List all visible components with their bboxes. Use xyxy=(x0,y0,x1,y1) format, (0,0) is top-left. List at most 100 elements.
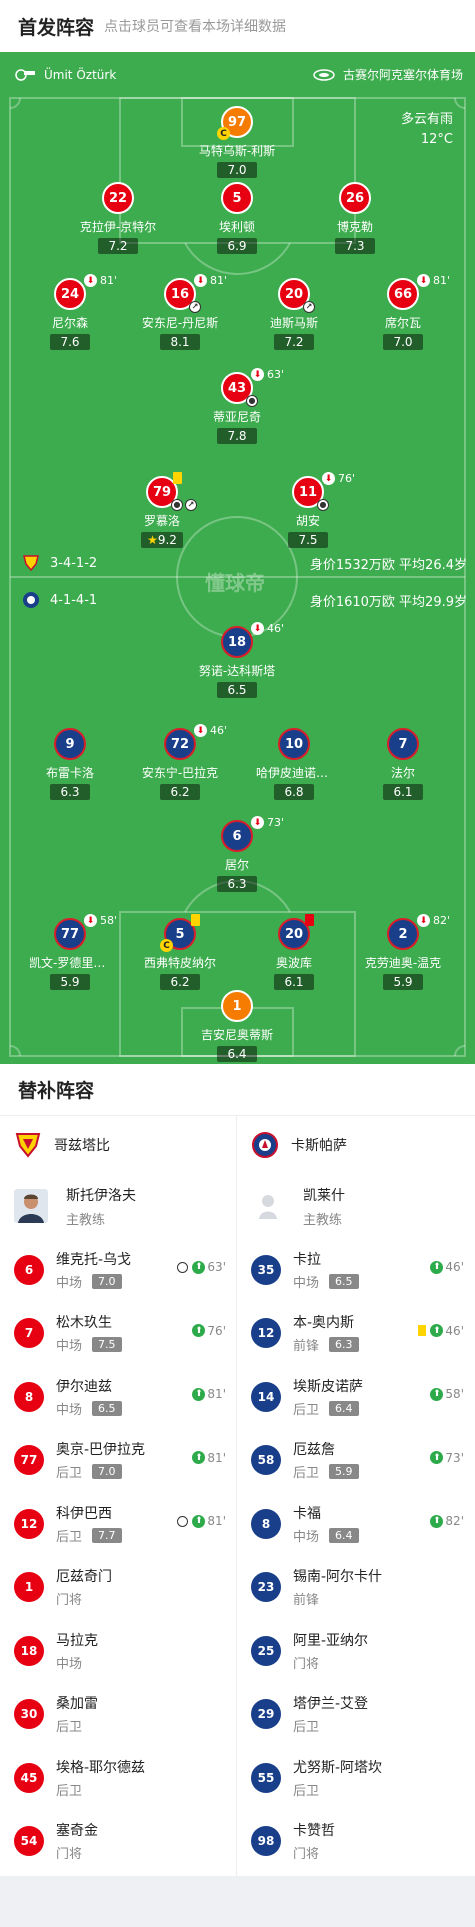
player-name: 阿里-亚纳尔 xyxy=(293,1632,369,1649)
sub-on-indicator: ⬆ 73' xyxy=(430,1451,464,1465)
away-player-7[interactable]: 7 法尔 6.1 xyxy=(338,728,468,800)
sub-down-icon: ⬇ xyxy=(194,724,207,737)
player-name: 松木玖生 xyxy=(56,1315,112,1332)
coach-avatar-placeholder-icon xyxy=(251,1189,285,1223)
sub-player-row[interactable]: 98 卡赞哲 门将 xyxy=(237,1810,474,1874)
player-number: 18 xyxy=(14,1635,44,1666)
sub-player-row[interactable]: 23 锡南-阿尔卡什 前锋 xyxy=(237,1556,474,1620)
lineup-title: 首发阵容 xyxy=(18,16,95,39)
away-player-6[interactable]: ⬇ 73' 6 居尔 6.3 xyxy=(172,816,302,892)
coach-avatar xyxy=(14,1189,48,1223)
goal-ball-icon: ● xyxy=(246,395,258,407)
sub-player-row[interactable]: 55 尤努斯-阿塔坎 后卫 xyxy=(237,1746,474,1810)
player-name: 塞奇金 xyxy=(56,1823,98,1840)
sub-on-indicator: ⬆ 81' xyxy=(177,1514,226,1528)
player-position: 门将 xyxy=(56,1847,83,1863)
sub-down-icon: ⬇ xyxy=(251,622,264,635)
sub-player-row[interactable]: 12 本-奥内斯 前锋 6.3 ⬆ 46' xyxy=(237,1302,474,1366)
player-rating: 7.0 xyxy=(92,1273,122,1289)
whistle-icon xyxy=(15,68,35,81)
away-player-2[interactable]: ⬇ 82' 2 克劳迪奥-温克 5.9 xyxy=(338,914,468,990)
sub-player-row[interactable]: 58 厄兹詹 后卫 5.9 ⬆ 73' xyxy=(237,1429,474,1493)
weather-text: 多云有雨 xyxy=(400,112,453,127)
away-coach[interactable]: 凯莱什 主教练 xyxy=(237,1174,474,1238)
player-rating: 6.4 xyxy=(329,1527,359,1543)
sub-player-row[interactable]: 7 松木玖生 中场 7.5 ⬆ 76' xyxy=(0,1302,236,1366)
player-number: 35 xyxy=(251,1254,281,1285)
sub-player-row[interactable]: 6 维克托-乌戈 中场 7.0 ⬆ 63' xyxy=(0,1238,236,1302)
player-number: 12 xyxy=(14,1508,44,1539)
sub-on-indicator: ⬆ 82' xyxy=(430,1514,464,1528)
away-team-badge-icon xyxy=(252,1132,278,1158)
away-formation: 4-1-4-1 xyxy=(22,591,97,609)
home-coach[interactable]: 斯托伊洛夫 主教练 xyxy=(0,1174,236,1238)
sub-off-indicator: ⬇ 63' xyxy=(251,368,284,381)
sub-player-row[interactable]: 18 马拉克 中场 xyxy=(0,1619,236,1683)
sub-player-row[interactable]: 77 奥京-巴伊拉克 后卫 7.0 ⬆ 81' xyxy=(0,1429,236,1493)
player-position: 中场 xyxy=(56,1402,83,1418)
sub-player-row[interactable]: 1 厄兹奇门 门将 xyxy=(0,1556,236,1620)
home-bench: 哥兹塔比 斯托伊洛夫 主教练 6 维克托-乌戈 中场 7.0 ⬆ 63' 7 松木玖生 中场 7.… xyxy=(0,1116,237,1876)
sub-player-row[interactable]: 12 科伊巴西 后卫 7.7 ⬆ 81' xyxy=(0,1492,236,1556)
sub-up-icon: ⬆ xyxy=(430,1324,444,1337)
bench-title: 替补阵容 xyxy=(0,1064,475,1116)
sub-up-icon: ⬆ xyxy=(430,1260,444,1274)
sub-off-indicator: ⬇ 73' xyxy=(251,816,284,829)
star-icon: ★ xyxy=(147,533,158,547)
sub-player-row[interactable]: 8 伊尔迪兹 中场 6.5 ⬆ 81' xyxy=(0,1365,236,1429)
sub-off-indicator: ⬇ 81' xyxy=(84,274,117,287)
sub-player-row[interactable]: 45 埃格-耶尔德兹 后卫 xyxy=(0,1746,236,1810)
home-player-97[interactable]: 97 C 马特乌斯-利斯 7.0 xyxy=(172,106,302,178)
home-player-79[interactable]: 79 ● ↗ 罗慕洛 ★9.2 xyxy=(97,472,227,548)
sub-player-row[interactable]: 54 塞奇金门将 xyxy=(0,1810,236,1874)
player-position: 后卫 xyxy=(56,1466,83,1482)
player-name: 厄兹奇门 xyxy=(56,1569,112,1586)
sub-player-row[interactable]: 25 阿里-亚纳尔 门将 xyxy=(237,1619,474,1683)
sub-player-row[interactable]: 30 桑加雷 后卫 xyxy=(0,1683,236,1747)
player-number: 55 xyxy=(251,1762,281,1793)
away-player-1[interactable]: 1 吉安尼奥蒂斯 6.4 xyxy=(172,990,302,1062)
sub-player-row[interactable]: 14 埃斯皮诺萨 后卫 6.4 ⬆ 58' xyxy=(237,1365,474,1429)
goal-ball-icon: ● xyxy=(171,499,183,511)
home-team-row[interactable]: 哥兹塔比 xyxy=(0,1116,236,1174)
bench-section: 哥兹塔比 斯托伊洛夫 主教练 6 维克托-乌戈 中场 7.0 ⬆ 63' 7 松木玖生 中场 7.… xyxy=(0,1116,475,1876)
sub-off-indicator: ⬇ 46' xyxy=(194,724,227,737)
sub-up-icon: ⬆ xyxy=(430,1514,444,1528)
sub-on-indicator: ⬆ 63' xyxy=(177,1260,226,1274)
player-number: 54 xyxy=(14,1826,44,1857)
away-player-72[interactable]: ⬇ 46' 72 安东宁-巴拉克 6.2 xyxy=(115,724,245,800)
sub-off-indicator: ⬇ 82' xyxy=(417,914,450,927)
sub-down-icon: ⬇ xyxy=(84,914,97,927)
sub-on-indicator: ⬆ 46' xyxy=(430,1260,464,1274)
player-number: 23 xyxy=(251,1572,281,1603)
player-name: 尤努斯-阿塔坎 xyxy=(293,1759,383,1776)
player-position: 后卫 xyxy=(56,1720,83,1736)
sub-off-indicator: ⬇ 76' xyxy=(322,472,355,485)
sub-on-indicator: ⬆ 81' xyxy=(192,1451,226,1465)
home-player-16[interactable]: ⬇ 81' 16 ↗ 安东尼-丹尼斯 8.1 xyxy=(115,274,245,350)
home-player-22[interactable]: 22 克拉伊-京特尔 7.2 xyxy=(53,182,183,254)
player-position: 中场 xyxy=(56,1339,83,1355)
home-player-11[interactable]: ⬇ 76' 11 ● 胡安 7.5 xyxy=(243,472,373,548)
player-name: 维克托-乌戈 xyxy=(56,1251,132,1268)
sub-on-indicator: ⬆ 76' xyxy=(192,1324,226,1338)
player-name: 卡拉 xyxy=(293,1251,321,1268)
player-rating: 6.5 xyxy=(92,1400,122,1416)
sub-player-row[interactable]: 8 卡福 中场 6.4 ⬆ 82' xyxy=(237,1492,474,1556)
player-position: 后卫 xyxy=(293,1402,320,1418)
sub-player-row[interactable]: 35 卡拉 中场 6.5 ⬆ 46' xyxy=(237,1238,474,1302)
match-info-row: Ümit Öztürk 古赛尔阿克塞尔体育场 xyxy=(0,66,475,83)
sub-player-row[interactable]: 29 塔伊兰-艾登 后卫 xyxy=(237,1683,474,1747)
home-player-5[interactable]: 5 埃利顿 6.9 xyxy=(172,182,302,254)
home-player-43[interactable]: ⬇ 63' 43 ● 蒂亚尼奇 7.8 xyxy=(172,368,302,444)
player-position: 后卫 xyxy=(293,1783,320,1799)
yellow-card-icon xyxy=(173,472,182,484)
away-player-18[interactable]: ⬇ 46' 18 努诺-达科斯塔 6.5 xyxy=(172,622,302,698)
page-footer xyxy=(0,1876,475,1927)
stadium-name: 古赛尔阿克塞尔体育场 xyxy=(342,68,463,82)
away-player-5[interactable]: 5C 西弗特皮纳尔 6.2 xyxy=(115,914,245,990)
player-number: 8 xyxy=(14,1381,44,1412)
home-player-26[interactable]: 26 博克勒 7.3 xyxy=(290,182,420,254)
home-player-66[interactable]: ⬇ 81' 66 席尔瓦 7.0 xyxy=(338,274,468,350)
away-team-row[interactable]: 卡斯帕萨 xyxy=(237,1116,474,1174)
